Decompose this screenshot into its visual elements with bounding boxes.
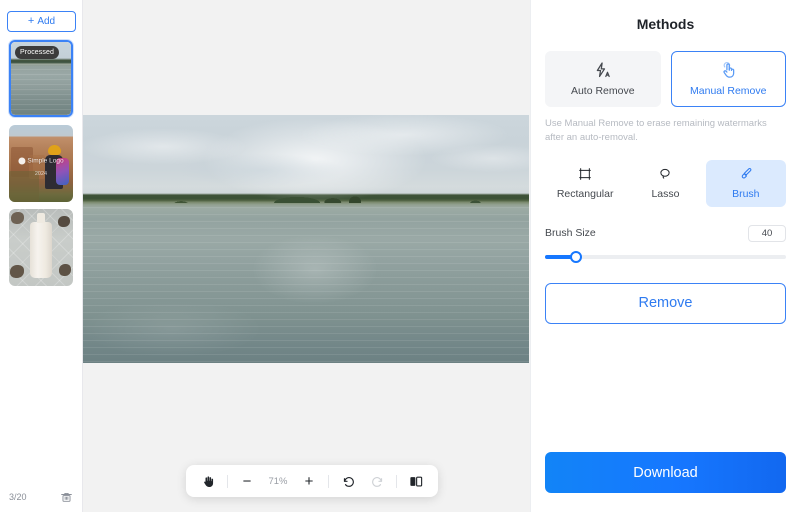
auto-lightning-icon — [593, 61, 612, 80]
compare-split-icon[interactable] — [406, 471, 426, 491]
trash-icon[interactable] — [60, 491, 73, 504]
status-badge: Processed — [15, 46, 59, 59]
watermark-remover-app: + Add Processed Simple Logo 2024 3/20 − … — [0, 0, 800, 512]
tool-rectangular[interactable]: Rectangular — [545, 160, 625, 207]
tool-lasso-label: Lasso — [651, 188, 680, 201]
divider — [396, 474, 397, 488]
sidebar-footer: 3/20 — [0, 482, 82, 512]
thumbnail-sidebar: + Add Processed Simple Logo 2024 3/20 — [0, 0, 83, 512]
divider — [227, 474, 228, 488]
page-title: Methods — [636, 16, 695, 32]
lasso-icon — [657, 166, 673, 182]
list-item[interactable] — [9, 209, 73, 286]
brush-size-label: Brush Size — [545, 227, 596, 240]
hand-icon[interactable] — [198, 471, 218, 491]
manual-remove-button[interactable]: Manual Remove — [670, 51, 786, 107]
tool-brush-label: Brush — [732, 188, 760, 201]
tool-selector: Rectangular Lasso Brush — [545, 159, 786, 207]
add-button[interactable]: + Add — [7, 11, 76, 32]
download-button[interactable]: Download — [545, 452, 786, 493]
tap-hand-icon — [719, 61, 738, 80]
zoom-out-label: − — [242, 472, 252, 490]
methods-panel: Methods Auto Remove Manual Remove Use Ma… — [530, 0, 800, 512]
remove-button[interactable]: Remove — [545, 282, 786, 324]
brush-size-row: Brush Size 40 — [545, 224, 786, 242]
zoom-level: 71% — [268, 475, 288, 487]
undo-icon[interactable] — [338, 471, 358, 491]
hint-text: Use Manual Remove to erase remaining wat… — [545, 118, 767, 143]
thumbnail-image-canyon: Simple Logo 2024 — [9, 125, 73, 202]
zoom-out-button[interactable]: − — [237, 471, 257, 491]
canvas-toolbar: − 71% + — [186, 465, 438, 497]
method-selector: Auto Remove Manual Remove — [545, 51, 786, 107]
brush-size-input[interactable]: 40 — [748, 224, 786, 242]
tool-brush[interactable]: Brush — [705, 159, 786, 207]
auto-remove-label: Auto Remove — [570, 85, 635, 97]
plus-icon: + — [27, 15, 35, 27]
manual-remove-label: Manual Remove — [690, 85, 767, 97]
rectangle-select-icon — [577, 166, 593, 182]
watermark-logo: Simple Logo — [18, 157, 64, 165]
redo-icon[interactable] — [367, 471, 387, 491]
canvas-image[interactable] — [83, 115, 529, 363]
list-item[interactable]: Simple Logo 2024 — [9, 125, 73, 202]
watermark-year: 2024 — [34, 171, 48, 178]
watermark-text: Simple Logo — [27, 157, 64, 165]
brush-icon — [738, 166, 754, 182]
image-canvas[interactable]: − 71% + — [83, 0, 530, 512]
thumbnail-image-bottle — [9, 209, 73, 286]
slider-handle[interactable] — [570, 250, 583, 263]
brush-size-slider[interactable] — [545, 250, 786, 263]
watermark-dot-icon — [18, 157, 26, 165]
zoom-in-label: + — [304, 472, 314, 490]
list-item[interactable]: Processed — [9, 40, 73, 117]
page-count: 3/20 — [9, 492, 27, 502]
add-button-label: Add — [37, 16, 56, 27]
tool-rectangular-label: Rectangular — [556, 188, 614, 201]
auto-remove-button[interactable]: Auto Remove — [545, 51, 661, 107]
divider — [328, 474, 329, 488]
tool-lasso[interactable]: Lasso — [625, 160, 705, 207]
zoom-in-button[interactable]: + — [299, 471, 319, 491]
